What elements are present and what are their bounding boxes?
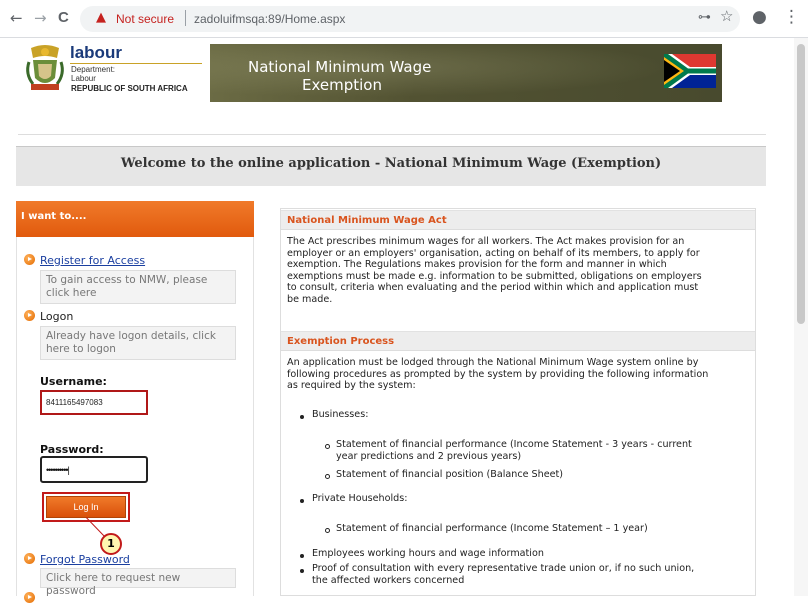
not-secure-label[interactable]: Not secure — [116, 12, 174, 26]
act-line: exemption. The Regulations makes provisi… — [287, 259, 667, 270]
step-callout-badge: 1 — [100, 533, 122, 555]
list-item-consultation-cont: the affected workers concerned — [312, 575, 465, 586]
act-line: to consult, criteria when evaluating and… — [287, 282, 699, 293]
arrow-bullet-icon — [24, 553, 35, 564]
act-line: The Act prescribes minimum wages for all… — [287, 236, 685, 247]
act-section-title: National Minimum Wage Act — [281, 210, 755, 230]
bullet-dot — [300, 499, 304, 503]
list-item-balance-sheet: Statement of financial position (Balance… — [336, 469, 564, 480]
bullet-dot — [300, 554, 304, 558]
logo-labour-text: labour — [70, 43, 122, 62]
menu-icon[interactable]: ⋮ — [783, 8, 800, 26]
bullet-dot — [300, 415, 304, 419]
list-item-households: Private Households: — [312, 493, 408, 504]
url-text[interactable]: zadoluifmsqa:89/Home.aspx — [194, 12, 345, 26]
account-icon[interactable]: ● — [752, 8, 767, 26]
process-section-title: Exemption Process — [281, 331, 755, 351]
register-hint[interactable]: To gain access to NMW, please click here — [40, 270, 236, 304]
act-paragraph: The Act prescribes minimum wages for all… — [287, 236, 749, 305]
list-item-household-income: Statement of financial performance (Inco… — [336, 523, 648, 534]
address-separator — [185, 10, 186, 26]
logo-department-text: Department: — [71, 65, 116, 74]
username-label: Username: — [40, 375, 107, 388]
reload-icon[interactable]: C — [58, 10, 69, 26]
logo-labour-small-text: Labour — [71, 74, 96, 83]
coat-of-arms-icon — [26, 45, 64, 90]
list-item-businesses: Businesses: — [312, 409, 369, 420]
sidebar-title: I want to.... — [21, 211, 87, 222]
forward-icon[interactable]: → — [34, 10, 47, 26]
header-rule — [18, 134, 766, 135]
forgot-password-hint[interactable]: Click here to request new password — [40, 568, 236, 597]
warning-icon[interactable]: ▲ — [96, 11, 106, 25]
act-line: exemptions must be made e.g. information… — [287, 270, 702, 282]
bullet-circle — [325, 528, 330, 533]
scrollbar-thumb[interactable] — [797, 44, 805, 324]
back-icon[interactable]: ← — [10, 10, 23, 26]
arrow-bullet-icon — [24, 592, 35, 603]
list-item-employees: Employees working hours and wage informa… — [312, 548, 544, 559]
bullet-circle — [325, 474, 330, 479]
register-link[interactable]: Register for Access — [40, 254, 145, 267]
logo-republic-text: REPUBLIC OF SOUTH AFRICA — [71, 84, 188, 93]
list-item-consultation: Proof of consultation with every represe… — [312, 563, 695, 574]
welcome-title: Welcome to the online application - Nati… — [120, 156, 662, 171]
banner-title-line1: National Minimum Wage — [248, 58, 432, 76]
process-line: as required by the system: — [287, 380, 416, 391]
username-input[interactable] — [40, 390, 148, 415]
south-africa-flag-icon — [664, 54, 716, 88]
process-line: An application must be lodged through th… — [287, 357, 699, 368]
process-line: following procedures as prompted by the … — [287, 368, 709, 380]
logon-hint[interactable]: Already have logon details, click here t… — [40, 326, 236, 360]
password-input[interactable] — [40, 456, 148, 483]
key-icon[interactable]: ⊶ — [698, 11, 711, 25]
bullet-dot — [300, 569, 304, 573]
bullet-circle — [325, 444, 330, 449]
banner-title-line2: Exemption — [302, 76, 382, 94]
act-line: employer or an employers' organisation, … — [287, 247, 700, 259]
list-item-income-statement-cont: year predictions and 2 previous years) — [336, 451, 522, 462]
list-item-income-statement: Statement of financial performance (Inco… — [336, 439, 692, 450]
star-icon[interactable]: ☆ — [720, 9, 733, 24]
act-line: be made. — [287, 293, 333, 305]
password-label: Password: — [40, 443, 104, 456]
login-button[interactable]: Log In — [46, 496, 126, 518]
address-bar[interactable] — [80, 6, 740, 32]
process-paragraph: An application must be lodged through th… — [287, 357, 749, 392]
forgot-password-link[interactable]: Forgot Password — [40, 553, 130, 566]
arrow-bullet-icon — [24, 254, 35, 265]
arrow-bullet-icon — [24, 310, 35, 321]
logo-divider — [70, 63, 202, 64]
logon-label: Logon — [40, 310, 74, 323]
